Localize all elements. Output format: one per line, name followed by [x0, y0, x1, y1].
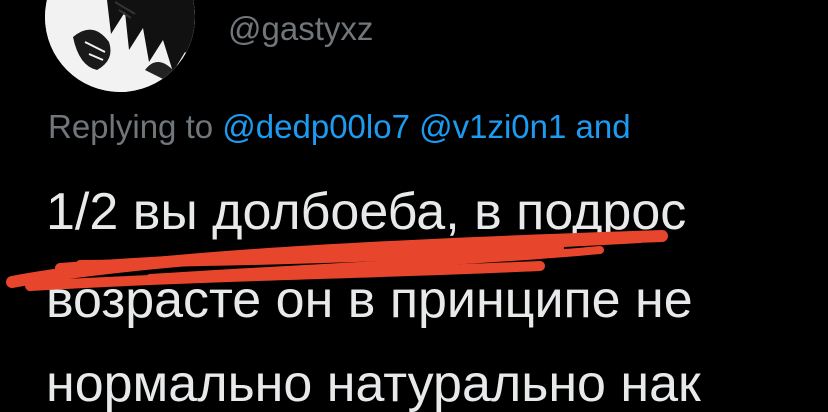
replying-to-label: Replying to — [48, 108, 214, 145]
mention-link[interactable]: @v1zi0n1 — [419, 108, 566, 145]
mention-more-link[interactable]: and — [576, 108, 631, 145]
replying-to-line: Replying to @dedp00lo7 @v1zi0n1 and — [48, 102, 631, 152]
tweet-text-line: нормально натурально нак — [46, 355, 701, 412]
avatar-image — [45, 0, 195, 92]
tweet-screen: @gastyxz Replying to @dedp00lo7 @v1zi0n1… — [0, 0, 828, 412]
tweet-text-line: 1/2 вы долбоеба, в подрос — [46, 183, 687, 241]
tweet-text-line: возрасте он в принципе не — [46, 271, 693, 329]
avatar[interactable] — [45, 0, 195, 92]
mention-link[interactable]: @dedp00lo7 — [222, 108, 410, 145]
user-handle[interactable]: @gastyxz — [228, 4, 373, 54]
